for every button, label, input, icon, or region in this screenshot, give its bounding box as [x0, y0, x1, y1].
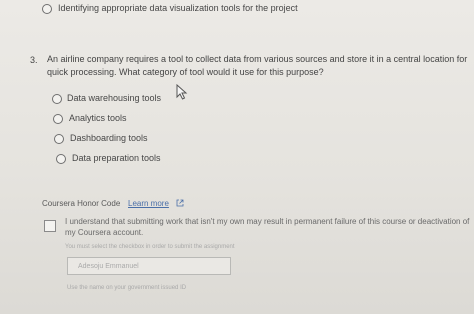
option-radio-data-warehousing[interactable]: [52, 94, 62, 104]
legal-name-hint: Use the name on your government issued I…: [67, 285, 187, 291]
option-radio-dashboarding[interactable]: [54, 134, 64, 144]
option-label-data-preparation: Data preparation tools: [72, 153, 161, 163]
question-text: An airline company requires a tool to co…: [47, 54, 468, 77]
prev-option-label: Identifying appropriate data visualizati…: [58, 3, 298, 13]
honor-code-acknowledgement: I understand that submitting work that i…: [65, 217, 470, 237]
legal-name-input[interactable]: Adesoju Emmanuel: [67, 257, 231, 275]
option-radio-data-preparation[interactable]: [56, 154, 66, 164]
question-number: 3.: [30, 55, 38, 65]
option-label-dashboarding: Dashboarding tools: [70, 133, 148, 143]
external-link-icon: [176, 199, 184, 207]
option-label-data-warehousing: Data warehousing tools: [67, 93, 162, 103]
prev-option-radio[interactable]: [42, 4, 52, 14]
option-label-analytics: Analytics tools: [69, 113, 127, 123]
quiz-page: Identifying appropriate data visualizati…: [0, 0, 474, 314]
checkbox-required-hint: You must select the checkbox in order to…: [65, 244, 235, 250]
legal-name-value: Adesoju Emmanuel: [78, 263, 139, 270]
option-radio-analytics[interactable]: [53, 114, 63, 124]
honor-code-checkbox[interactable]: [44, 220, 56, 232]
learn-more-link[interactable]: Learn more: [128, 199, 169, 209]
honor-code-title: Coursera Honor Code: [42, 199, 121, 208]
mouse-cursor-icon: [176, 84, 188, 100]
